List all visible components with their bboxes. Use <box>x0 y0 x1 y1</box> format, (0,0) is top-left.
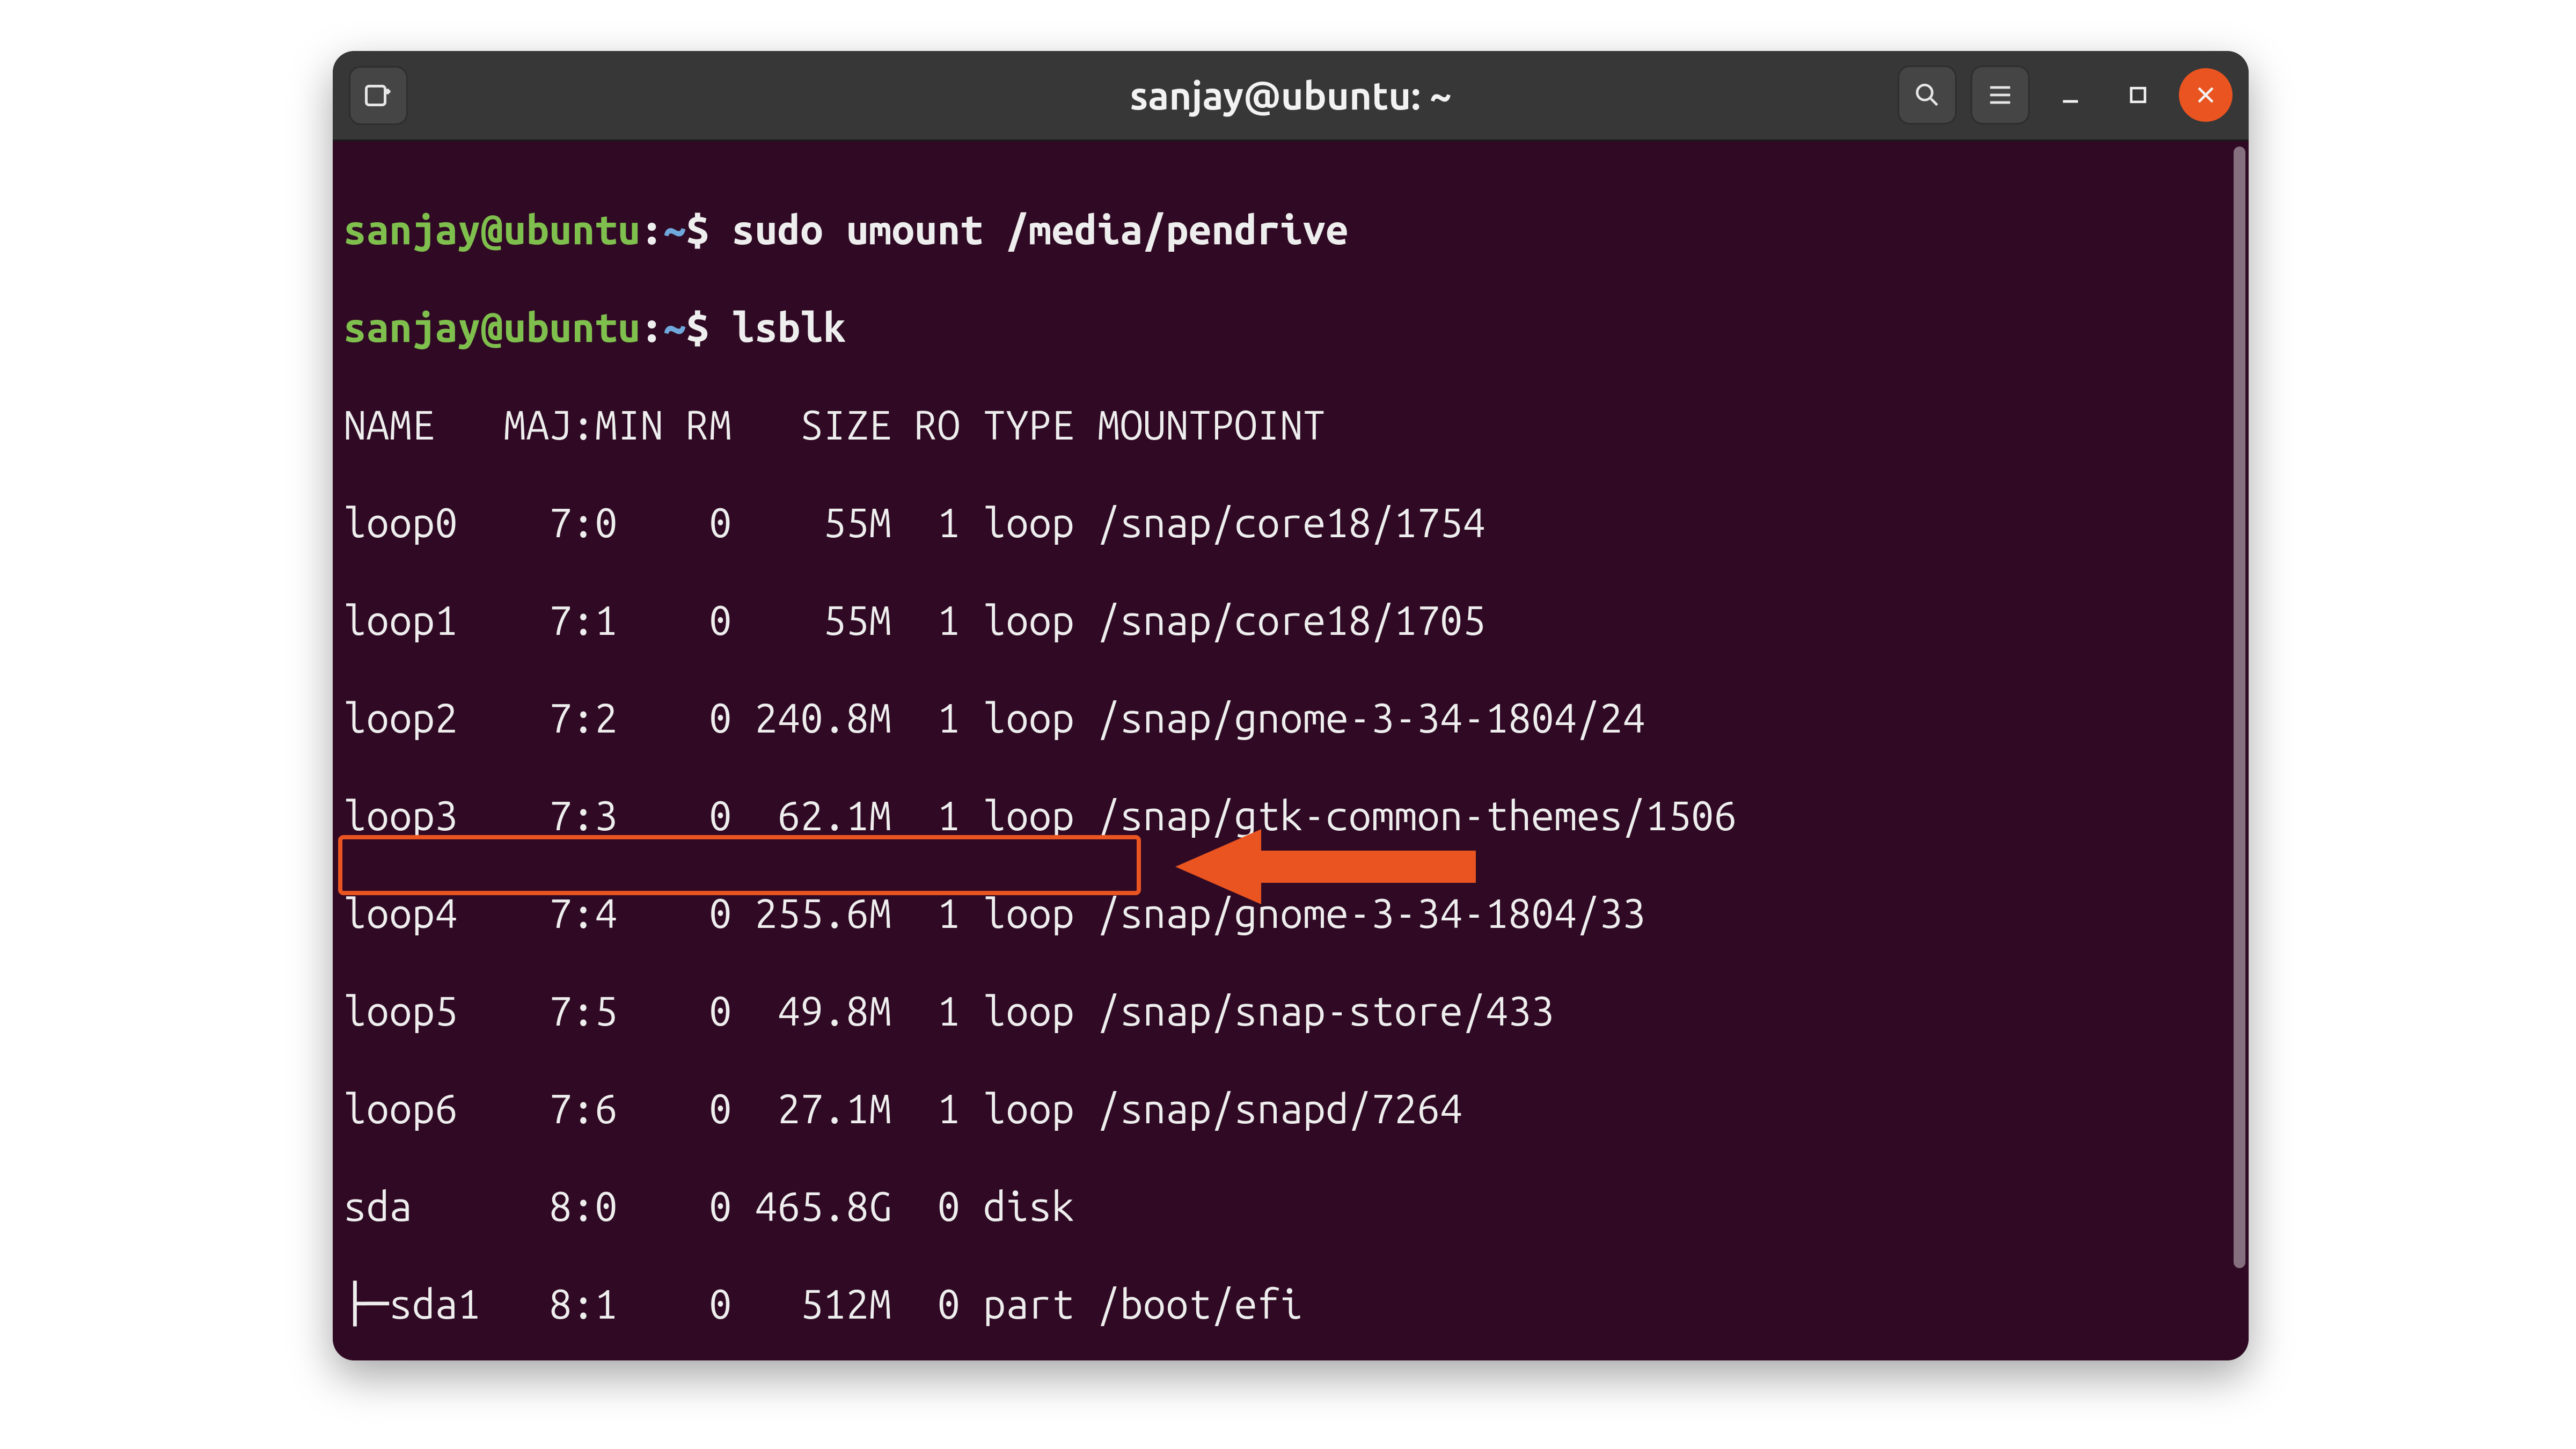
menu-button[interactable] <box>1971 65 2030 125</box>
lsblk-row: ├─sda1 8:1 0 512M 0 part /boot/efi <box>343 1279 2243 1328</box>
terminal-output: sanjay@ubuntu:~$ sudo umount /media/pend… <box>333 156 2243 1360</box>
prompt-line: sanjay@ubuntu:~$ sudo umount /media/pend… <box>343 205 2243 254</box>
prompt-user: sanjay@ubuntu <box>343 207 640 252</box>
minimize-icon <box>2058 82 2083 108</box>
maximize-icon <box>2126 83 2150 107</box>
lsblk-row: loop1 7:1 0 55M 1 loop /snap/core18/1705 <box>343 596 2243 645</box>
lsblk-row: sda 8:0 0 465.8G 0 disk <box>343 1182 2243 1231</box>
maximize-button[interactable] <box>2111 68 2165 122</box>
lsblk-header: NAME MAJ:MIN RM SIZE RO TYPE MOUNTPOINT <box>343 400 2243 449</box>
command-text: lsblk <box>732 304 846 350</box>
prompt-path: ~ <box>663 207 686 252</box>
hamburger-menu-icon <box>1985 80 2015 110</box>
terminal-window: sanjay@ubuntu: ~ <box>333 51 2249 1360</box>
lsblk-row: loop2 7:2 0 240.8M 1 loop /snap/gnome-3-… <box>343 693 2243 742</box>
lsblk-row: loop5 7:5 0 49.8M 1 loop /snap/snap-stor… <box>343 986 2243 1035</box>
lsblk-row: loop3 7:3 0 62.1M 1 loop /snap/gtk-commo… <box>343 791 2243 840</box>
titlebar-right-controls <box>1898 65 2233 125</box>
scrollbar-thumb[interactable] <box>2234 147 2245 1268</box>
prompt-path: ~ <box>663 304 686 350</box>
minimize-button[interactable] <box>2044 68 2097 122</box>
close-button[interactable] <box>2179 68 2233 122</box>
prompt-user: sanjay@ubuntu <box>343 304 640 350</box>
new-tab-button[interactable] <box>349 66 408 125</box>
close-icon <box>2194 83 2218 107</box>
scrollbar[interactable] <box>2234 147 2245 1268</box>
search-button[interactable] <box>1898 65 1957 125</box>
lsblk-row: loop4 7:4 0 255.6M 1 loop /snap/gnome-3-… <box>343 889 2243 938</box>
titlebar: sanjay@ubuntu: ~ <box>333 51 2249 141</box>
lsblk-row: loop6 7:6 0 27.1M 1 loop /snap/snapd/726… <box>343 1084 2243 1133</box>
command-text: sudo umount /media/pendrive <box>732 207 1349 252</box>
terminal-body[interactable]: sanjay@ubuntu:~$ sudo umount /media/pend… <box>333 141 2249 1360</box>
lsblk-row: loop0 7:0 0 55M 1 loop /snap/core18/1754 <box>343 498 2243 547</box>
new-tab-icon <box>362 79 394 112</box>
search-icon <box>1912 80 1942 110</box>
prompt-line: sanjay@ubuntu:~$ lsblk <box>343 303 2243 352</box>
